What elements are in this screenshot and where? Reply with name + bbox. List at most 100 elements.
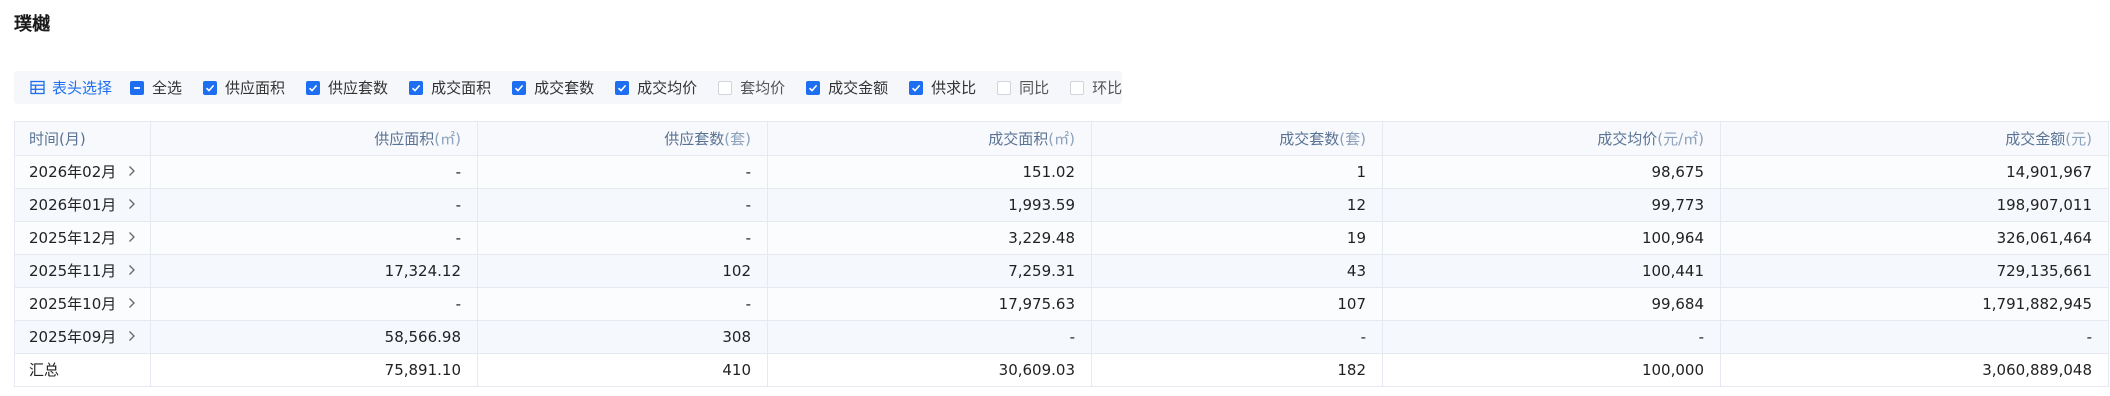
checkbox-checked-icon[interactable]	[615, 80, 630, 95]
table-cell: 99,684	[1382, 287, 1721, 321]
total-cell: 100,000	[1382, 353, 1721, 387]
column-checkbox-item[interactable]: 套均价	[718, 77, 785, 98]
table-cell: 100,441	[1382, 254, 1721, 288]
month-cell[interactable]: 2026年01月	[14, 188, 151, 222]
month-label: 2026年02月	[29, 163, 117, 181]
table-cell: 107	[1091, 287, 1383, 321]
column-header-label: 成交套数	[1279, 129, 1340, 148]
chevron-right-icon[interactable]	[127, 163, 136, 181]
total-cell: 182	[1091, 353, 1383, 387]
column-header-unit: (㎡)	[1048, 129, 1075, 148]
month-label: 2025年11月	[29, 262, 117, 280]
column-checkbox-item[interactable]: 全选	[130, 77, 182, 98]
column-checkbox-label: 成交均价	[637, 79, 698, 97]
table-cell: 308	[477, 320, 768, 354]
month-cell[interactable]: 2025年12月	[14, 221, 151, 255]
checkbox-indeterminate-icon[interactable]	[130, 80, 145, 95]
checkbox-checked-icon[interactable]	[306, 80, 321, 95]
column-checkbox-label: 套均价	[740, 79, 786, 97]
column-header: 成交套数(套)	[1091, 122, 1383, 156]
table-cell: -	[1382, 320, 1721, 354]
checkbox-checked-icon[interactable]	[512, 80, 527, 95]
table-cell: 729,135,661	[1720, 254, 2109, 288]
column-checkbox-label: 供应套数	[328, 79, 389, 97]
column-picker-button[interactable]: 表头选择	[30, 77, 112, 98]
table-cell: 99,773	[1382, 188, 1721, 222]
table-cell: -	[150, 221, 478, 255]
column-checkbox-item[interactable]: 同比	[997, 77, 1049, 98]
column-checkbox-list: 全选 供应面积 供应套数 成交面积 成交套数 成交均价 套均价 成交金额 供求比 同比 环比	[130, 77, 1143, 98]
page-title: 璞樾	[14, 14, 50, 35]
data-table: 时间(月) 供应面积(㎡) 供应套数(套) 成交面积(㎡) 成交套数(套) 成交均价(元/…	[14, 121, 2110, 387]
column-header-unit: (套)	[724, 129, 751, 148]
table-row[interactable]: 2026年01月 - -1,993.59 12 99,773 198,907,011	[14, 188, 2109, 222]
table-cell: 198,907,011	[1720, 188, 2109, 222]
month-cell[interactable]: 2025年11月	[14, 254, 151, 288]
column-checkbox-label: 全选	[152, 79, 183, 97]
table-cell: 17,324.12	[150, 254, 478, 288]
column-checkbox-item[interactable]: 成交面积	[409, 77, 491, 98]
table-cell: -	[1091, 320, 1383, 354]
main-content: 表头选择 全选 供应面积 供应套数 成交面积 成交套数 成交均价 套均价 成交金额 供求比 同比环…	[0, 57, 2110, 396]
table-cell: 14,901,967	[1720, 155, 2109, 189]
total-label: 汇总	[14, 353, 151, 387]
table-row[interactable]: 2025年10月 - -17,975.63 107 99,684 1,791,882,94…	[14, 287, 2109, 321]
column-checkbox-item[interactable]: 供应套数	[306, 77, 388, 98]
table-cell: 19	[1091, 221, 1383, 255]
chevron-right-icon[interactable]	[127, 262, 136, 280]
column-selector-toolbar: 表头选择 全选 供应面积 供应套数 成交面积 成交套数 成交均价 套均价 成交金额 供求比 同比 环…	[14, 71, 1122, 104]
table-row[interactable]: 2026年02月 - -151.02 1 98,675 14,901,967	[14, 155, 2109, 189]
column-header-label: 成交均价	[1597, 129, 1658, 148]
chevron-right-icon[interactable]	[127, 196, 136, 214]
month-label: 2025年10月	[29, 295, 117, 313]
column-header: 供应套数(套)	[477, 122, 768, 156]
table-cell: -	[767, 320, 1092, 354]
chevron-right-icon[interactable]	[127, 328, 136, 346]
table-cell: -	[477, 221, 768, 255]
column-header-label: 成交面积	[988, 129, 1049, 148]
checkbox-checked-icon[interactable]	[409, 80, 424, 95]
column-header: 时间(月)	[14, 122, 151, 156]
table-cell: -	[150, 155, 478, 189]
month-cell[interactable]: 2026年02月	[14, 155, 151, 189]
column-checkbox-label: 成交面积	[431, 79, 492, 97]
table-cell: 1,791,882,945	[1720, 287, 2109, 321]
table-row[interactable]: 2025年12月 - -3,229.48 19 100,964 326,061,464	[14, 221, 2109, 255]
checkbox-checked-icon[interactable]	[806, 80, 821, 95]
chevron-right-icon[interactable]	[127, 229, 136, 247]
column-header: 供应面积(㎡)	[150, 122, 478, 156]
month-cell[interactable]: 2025年10月	[14, 287, 151, 321]
month-cell[interactable]: 2025年09月	[14, 320, 151, 354]
column-checkbox-item[interactable]: 成交金额	[806, 77, 888, 98]
month-label: 2025年09月	[29, 328, 117, 346]
column-picker-label: 表头选择	[52, 79, 113, 97]
column-checkbox-item[interactable]: 成交套数	[512, 77, 594, 98]
column-header-label: 成交金额	[2005, 129, 2066, 148]
checkbox-unchecked-icon[interactable]	[718, 80, 733, 95]
chevron-right-icon[interactable]	[127, 295, 136, 313]
table-cell: 1	[1091, 155, 1383, 189]
table-header-row: 时间(月) 供应面积(㎡) 供应套数(套) 成交面积(㎡) 成交套数(套) 成交均价(元/…	[14, 122, 2109, 156]
column-checkbox-label: 供应面积	[225, 79, 286, 97]
checkbox-checked-icon[interactable]	[909, 80, 924, 95]
table-cell: -	[150, 287, 478, 321]
total-cell: 3,060,889,048	[1720, 353, 2109, 387]
column-checkbox-label: 同比	[1019, 79, 1050, 97]
table-row[interactable]: 2025年09月 58,566.98 308- - - -	[14, 320, 2109, 354]
column-checkbox-item[interactable]: 环比	[1070, 77, 1122, 98]
table-row[interactable]: 2025年11月 17,324.12 102 7,259.31 43 100,441 729…	[14, 254, 2109, 288]
table-cell: -	[1720, 320, 2109, 354]
column-header: 成交金额(元)	[1720, 122, 2109, 156]
checkbox-checked-icon[interactable]	[203, 80, 218, 95]
column-checkbox-item[interactable]: 成交均价	[615, 77, 697, 98]
table-cell: 7,259.31	[767, 254, 1092, 288]
column-checkbox-label: 供求比	[931, 79, 977, 97]
checkbox-unchecked-icon[interactable]	[997, 80, 1012, 95]
month-label: 2026年01月	[29, 196, 117, 214]
column-checkbox-item[interactable]: 供求比	[909, 77, 976, 98]
table-cell: -	[150, 188, 478, 222]
checkbox-unchecked-icon[interactable]	[1070, 80, 1085, 95]
table-cell: -	[477, 287, 768, 321]
column-header-unit: (元)	[2065, 129, 2092, 148]
column-checkbox-item[interactable]: 供应面积	[203, 77, 285, 98]
